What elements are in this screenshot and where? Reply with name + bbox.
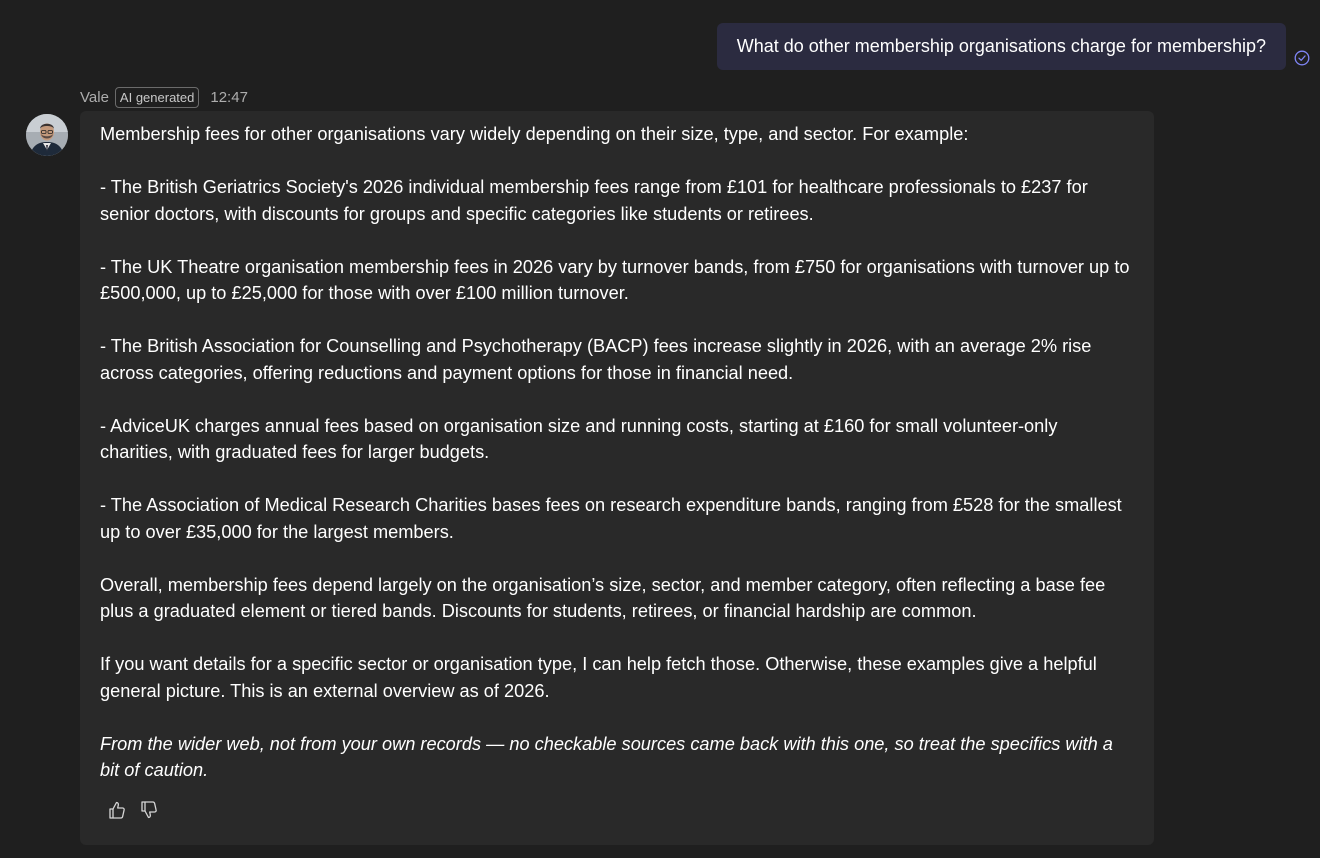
dislike-button[interactable] [139, 799, 159, 821]
check-circle-icon [1294, 50, 1310, 66]
ai-generated-badge: AI generated [114, 86, 200, 108]
chat-thread: What do other membership organisations c… [0, 0, 1320, 858]
message-timestamp: 12:47 [210, 88, 248, 106]
avatar-portrait-icon [26, 114, 68, 156]
sender-name[interactable]: Vale [80, 89, 109, 106]
message-paragraph: - The Association of Medical Research Ch… [100, 495, 1122, 542]
user-message-text: What do other membership organisations c… [736, 36, 1266, 56]
message-paragraph: Membership fees for other organisations … [100, 124, 969, 144]
user-message-bubble[interactable]: What do other membership organisations c… [716, 23, 1286, 70]
message-paragraph: - AdviceUK charges annual fees based on … [100, 415, 1058, 463]
thumbs-up-icon [109, 801, 125, 819]
disclaimer-text: From the wider web, not from your own re… [100, 733, 1113, 781]
message-paragraph: If you want details for a specific secto… [100, 654, 1097, 701]
message-paragraph: - The British Association for Counsellin… [100, 336, 1092, 383]
avatar[interactable] [26, 114, 68, 156]
feedback-buttons [107, 799, 159, 821]
message-paragraph: - The British Geriatrics Society's 2026 … [100, 177, 1088, 224]
message-meta: Vale AI generated 12:47 [80, 86, 248, 108]
message-paragraph: - The UK Theatre organisation membership… [100, 256, 1130, 304]
like-button[interactable] [107, 799, 127, 821]
message-paragraph: Overall, membership fees depend largely … [100, 574, 1106, 622]
thumbs-down-icon [141, 801, 157, 819]
bot-message-bubble: Membership fees for other organisations … [80, 111, 1154, 845]
